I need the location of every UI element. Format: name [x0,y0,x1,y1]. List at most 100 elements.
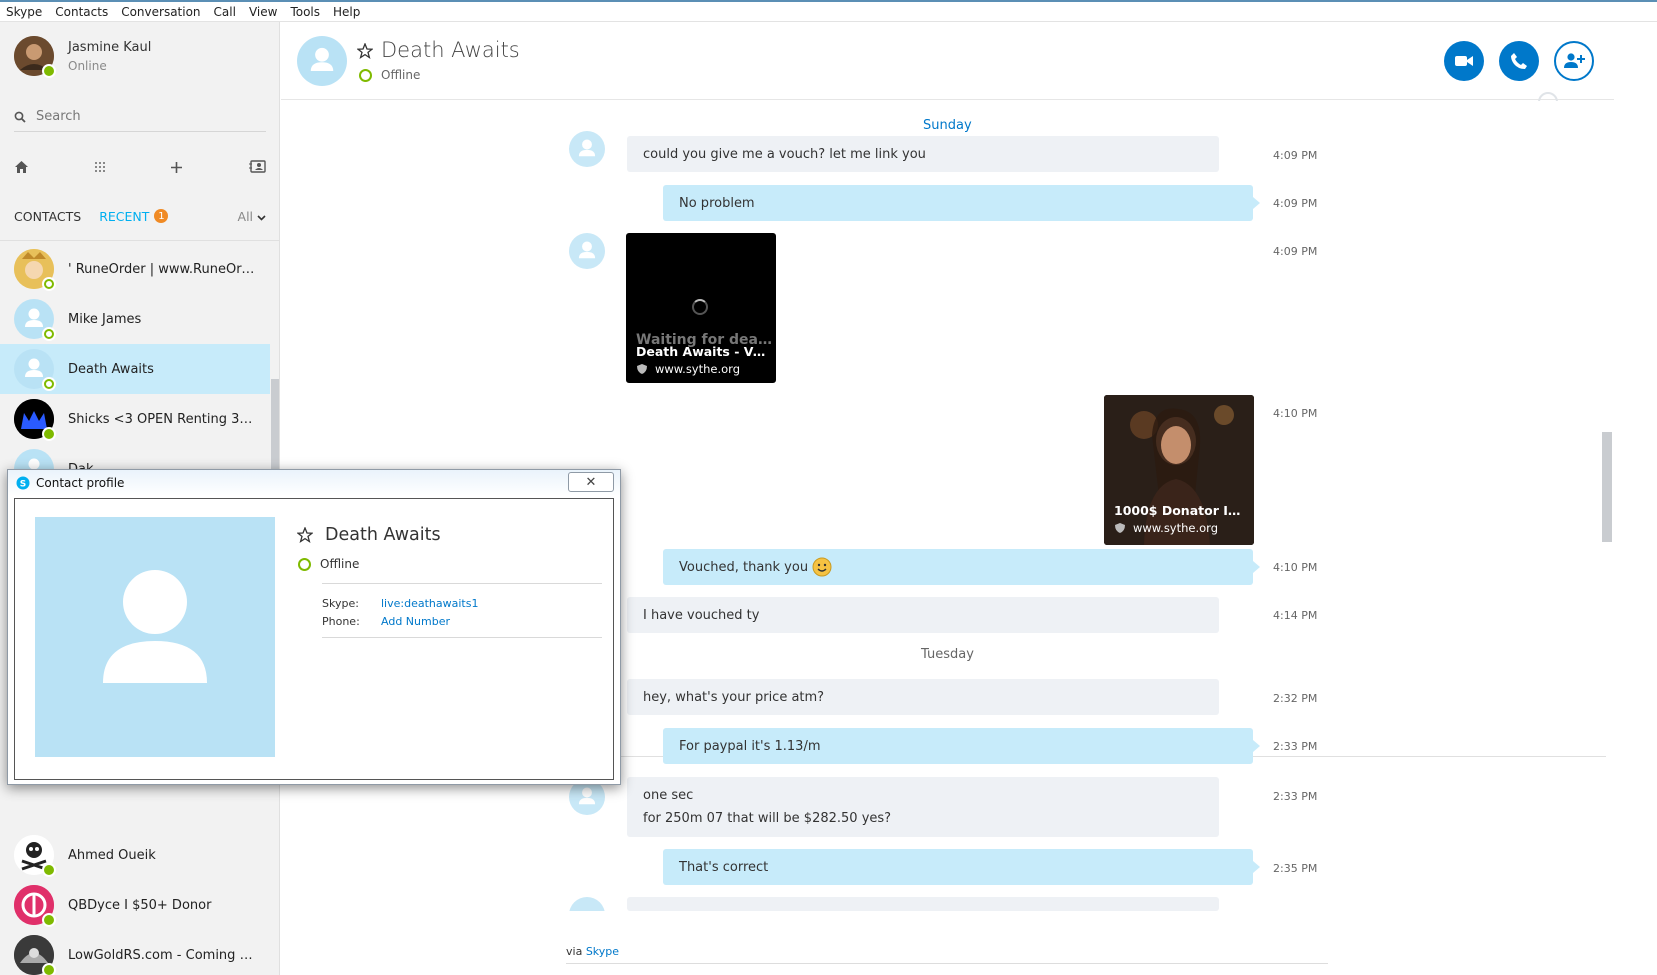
recent-badge: 1 [154,209,169,223]
menu-view[interactable]: View [249,5,277,19]
contact-avatar [14,299,56,341]
my-avatar [14,36,56,78]
menu-contacts[interactable]: Contacts [55,5,108,19]
contact-avatar [14,399,56,441]
menu-help[interactable]: Help [333,5,360,19]
chat-scrollbar[interactable] [1602,432,1612,542]
smile-emoji-icon [812,557,832,577]
link-preview-card[interactable]: Waiting for death... Death Awaits - Vou.… [626,233,776,383]
contact-avatar [14,885,56,927]
message-time: 2:32 PM [1273,692,1318,705]
conversation-title[interactable]: Death Awaits [381,38,520,62]
contact-item[interactable]: QBDyce I $50+ Donor [0,880,270,930]
via-skype-link[interactable]: Skype [586,945,619,958]
conversation-status: Offline [359,68,420,82]
skype-id-link[interactable]: live:deathawaits1 [381,597,478,610]
audio-call-button[interactable] [1499,41,1539,81]
tab-recent[interactable]: RECENT 1 [99,208,169,224]
outgoing-message: No problem [663,185,1260,221]
close-button[interactable]: ✕ [568,472,614,492]
star-icon[interactable] [357,43,373,59]
online-presence-icon [42,64,56,78]
incoming-message: one sec for 250m 07 that will be $282.50… [627,777,1219,837]
dialog-titlebar[interactable]: S Contact profile ✕ [8,470,620,496]
phone-label: Phone: [322,615,360,628]
menu-tools[interactable]: Tools [290,5,320,19]
svg-text:S: S [20,480,26,490]
home-icon[interactable] [14,160,29,174]
message-text: That's correct [679,859,769,875]
card-url-row: www.sythe.org [1114,521,1218,535]
incoming-message-partial [627,897,1219,911]
add-icon[interactable] [170,161,183,174]
menu-skype[interactable]: Skype [6,5,42,19]
search-icon [14,111,26,123]
search-box[interactable]: Search [14,102,266,132]
day-separator: Sunday [923,118,972,133]
skype-label: Skype: [322,597,359,610]
status-text: Offline [320,557,360,571]
contact-item[interactable]: LowGoldRS.com - Coming So... [0,930,270,975]
online-presence-icon [42,863,56,877]
message-time: 4:09 PM [1273,245,1318,258]
message-time: 4:14 PM [1273,609,1318,622]
via-text: via [566,945,583,958]
video-camera-icon [1455,56,1473,66]
chevron-down-icon [257,214,266,221]
search-input[interactable]: Search [36,109,81,124]
conversation-avatar[interactable] [297,36,347,86]
message-time: 4:10 PM [1273,561,1318,574]
message-text: hey, what's your price atm? [643,689,825,705]
contact-avatar [14,249,56,291]
video-call-button[interactable] [1444,41,1484,81]
divider [322,583,602,584]
message-time: 4:09 PM [1273,197,1318,210]
loading-spinner-icon [692,299,708,315]
contact-avatar [14,349,56,391]
card-title: 1000$ Donator Inst... [1114,503,1248,518]
add-people-button[interactable] [1554,41,1594,81]
outgoing-message: For paypal it's 1.13/m [663,728,1260,764]
add-number-link[interactable]: Add Number [381,615,450,628]
link-preview-card[interactable]: 1000$ Donator Inst... www.sythe.org [1104,395,1254,545]
menu-conversation[interactable]: Conversation [121,5,200,19]
close-icon: ✕ [585,474,597,490]
contact-item[interactable]: Ahmed Oueik [0,830,270,880]
contact-item[interactable]: Shicks <3 OPEN Renting 3M/H! [0,394,270,444]
contact-item[interactable]: ' RuneOrder | www.RuneOrder... [0,244,270,294]
star-icon[interactable] [297,527,313,543]
incoming-message: I have vouched ty [627,597,1219,633]
message-time: 2:33 PM [1273,740,1318,753]
online-presence-icon [42,913,56,927]
conversation-header: Death Awaits Offline [281,22,1614,100]
card-url-row: www.sythe.org [636,362,740,376]
tab-recent-label: RECENT [99,208,150,224]
contact-item-selected[interactable]: Death Awaits [0,344,270,394]
message-time: 4:10 PM [1273,407,1318,420]
contact-name: ' RuneOrder | www.RuneOrder... [68,261,258,277]
filter-dropdown[interactable]: All [238,209,266,224]
day-separator: Tuesday [921,647,974,662]
my-profile[interactable]: Jasmine Kaul Online [14,36,151,78]
via-label: via Skype [566,945,619,958]
menu-bar: Skype Contacts Conversation Call View To… [0,0,1657,22]
contact-name: Shicks <3 OPEN Renting 3M/H! [68,411,258,427]
my-status[interactable]: Online [68,59,151,73]
contact-item[interactable]: Mike James [0,294,270,344]
offline-presence-icon [42,277,56,291]
offline-presence-icon [298,557,311,571]
profile-photo [35,517,275,757]
tab-contacts[interactable]: CONTACTS [14,209,81,224]
dialpad-icon[interactable] [94,161,106,173]
contact-name: LowGoldRS.com - Coming So... [68,947,258,963]
menu-call[interactable]: Call [214,5,236,19]
contacts-book-icon[interactable] [248,160,266,174]
status-text: Offline [381,68,421,82]
contact-name: Ahmed Oueik [68,847,156,863]
add-person-icon [1564,53,1585,68]
online-presence-icon [42,427,56,441]
message-text: No problem [679,195,755,211]
message-text: For paypal it's 1.13/m [679,738,821,754]
shield-icon [1115,523,1125,533]
card-url: www.sythe.org [1133,521,1219,535]
